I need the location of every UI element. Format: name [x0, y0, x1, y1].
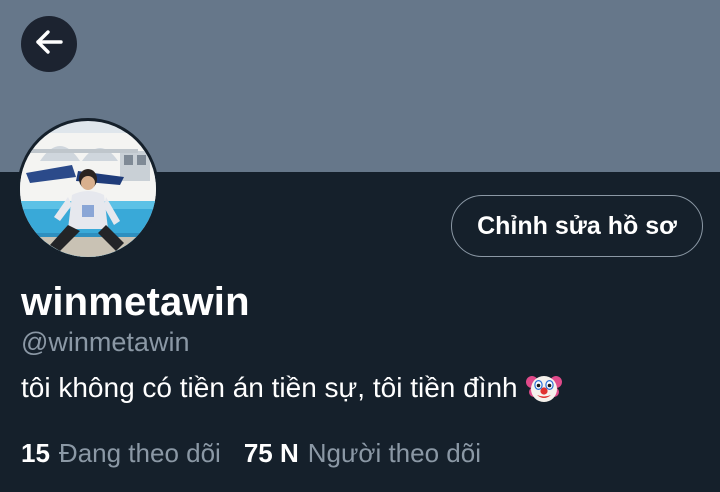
arrow-left-icon — [34, 27, 64, 62]
bio-text: tôi không có tiền án tiền sự, tôi tiền đ… — [21, 372, 518, 403]
following-count: 15 — [21, 437, 50, 468]
following-label: Đang theo dõi — [58, 437, 221, 468]
following-stat[interactable]: 15 Đang theo dõi — [21, 438, 221, 469]
user-handle: @winmetawin — [21, 327, 190, 357]
followers-stat[interactable]: 75 N Người theo dõi — [244, 438, 481, 469]
followers-count: 75 N — [243, 437, 299, 468]
followers-label: Người theo dõi — [307, 437, 481, 468]
edit-profile-button[interactable]: Chỉnh sửa hồ sơ — [451, 195, 703, 257]
back-button[interactable] — [21, 16, 77, 72]
bio: tôi không có tiền án tiền sự, tôi tiền đ… — [21, 369, 562, 407]
clown-face-icon — [525, 370, 562, 406]
display-name: winmetawin — [21, 280, 250, 324]
profile-stats: 15 Đang theo dõi 75 N Người theo dõi — [21, 435, 481, 471]
avatar[interactable] — [17, 118, 159, 260]
